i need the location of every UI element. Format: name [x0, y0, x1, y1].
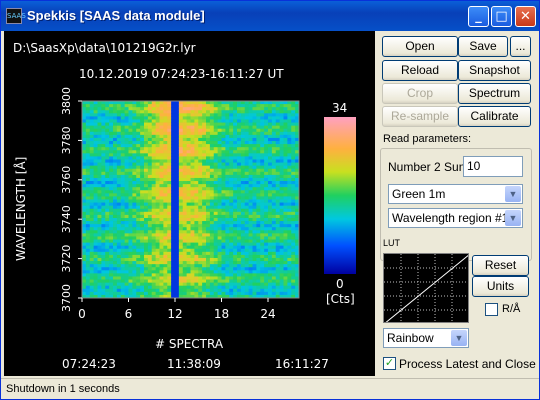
region-select-value: Wavelength region #1 — [392, 211, 509, 225]
lut-curve-graph — [384, 254, 468, 322]
lut-heading: LUT — [383, 238, 401, 248]
spectrum-button[interactable]: Spectrum — [458, 83, 531, 104]
x-tick-label-12: 12 — [167, 307, 182, 321]
x-axis-label: # SPECTRA — [155, 337, 224, 351]
read-parameters-heading: Read parameters: — [383, 133, 472, 145]
more-button[interactable]: ... — [510, 36, 531, 57]
chevron-down-icon: ▼ — [505, 186, 521, 202]
open-button[interactable]: Open — [382, 36, 458, 57]
number-sum-input[interactable]: 10 — [463, 156, 523, 177]
calibrate-button[interactable]: Calibrate — [458, 106, 531, 127]
y-tick-label-3800: 3800 — [60, 87, 73, 115]
status-bar: Shutdown in 1 seconds — [1, 378, 539, 399]
y-tick-label-3760: 3760 — [60, 166, 73, 194]
y-axis-label: WAVELENGTH [Å] — [14, 156, 28, 261]
read-parameters-group: Number 2 Sum 10 Green 1m ▼ Wavelength re… — [380, 148, 532, 261]
x-tick-label-0: 0 — [78, 307, 86, 321]
x-tick-label-18: 18 — [214, 307, 229, 321]
spectrogram-chart[interactable]: 3700 3720 3740 3760 3780 3800 0 6 12 18 24 — [4, 31, 375, 376]
y-tick-label-3780: 3780 — [60, 126, 73, 154]
x-tick-label-24: 24 — [260, 307, 275, 321]
y-tick-label-3720: 3720 — [60, 245, 73, 273]
time-tick-mid: 11:38:09 — [167, 357, 221, 371]
colormap-select[interactable]: Rainbow ▼ — [383, 328, 469, 348]
save-button[interactable]: Save — [458, 36, 508, 57]
number-sum-label: Number 2 Sum — [388, 160, 469, 174]
spectrogram-panel: D:\SaasXp\data\101219G2r.lyr 10.12.2019 … — [4, 31, 375, 376]
title-bar[interactable]: SAAS Spekkis [SAAS data module] _ □ ✕ — [1, 1, 539, 31]
status-text: Shutdown in 1 seconds — [6, 383, 120, 395]
y-axis-ticks: 3700 3720 3740 3760 3780 3800 — [60, 87, 82, 312]
app-icon: SAAS — [6, 8, 26, 24]
maximize-button[interactable]: □ — [491, 6, 512, 27]
y-tick-label-3740: 3740 — [60, 205, 73, 233]
chevron-down-icon: ▼ — [505, 210, 521, 226]
process-latest-checkbox[interactable]: ✓ — [383, 357, 396, 370]
close-button[interactable]: ✕ — [515, 6, 536, 27]
source-select-value: Green 1m — [392, 187, 446, 201]
ra-label: R/Å — [502, 303, 521, 315]
reset-button[interactable]: Reset — [472, 255, 529, 276]
heatmap-cells — [82, 101, 300, 299]
snapshot-button[interactable]: Snapshot — [458, 60, 531, 81]
units-button[interactable]: Units — [472, 276, 529, 297]
main-window: SAAS Spekkis [SAAS data module] _ □ ✕ D:… — [0, 0, 540, 400]
time-tick-start: 07:24:23 — [62, 357, 116, 371]
window-title: Spekkis [SAAS data module] — [27, 8, 205, 23]
time-tick-end: 16:11:27 — [275, 357, 329, 371]
minimize-button[interactable]: _ — [468, 6, 489, 27]
y-tick-label-3700: 3700 — [60, 284, 73, 312]
process-latest-label: Process Latest and Close — [399, 357, 536, 371]
resample-button[interactable]: Re-sample — [382, 106, 458, 127]
x-axis-ticks: 0 6 12 18 24 — [78, 298, 276, 321]
crop-button[interactable]: Crop — [382, 83, 458, 104]
colorbar-min: 0 — [336, 277, 344, 291]
colormap-select-value: Rainbow — [387, 331, 434, 345]
control-panel: Open Save ... Reload Snapshot Crop Spect… — [377, 31, 537, 378]
colorbar-max: 34 — [332, 101, 348, 115]
x-tick-label-6: 6 — [125, 307, 133, 321]
lut-curve[interactable] — [383, 253, 469, 323]
ra-checkbox[interactable] — [485, 303, 498, 316]
source-select[interactable]: Green 1m ▼ — [388, 184, 523, 204]
colorbar — [324, 117, 356, 274]
chevron-down-icon: ▼ — [451, 330, 467, 346]
region-select[interactable]: Wavelength region #1 ▼ — [388, 208, 523, 228]
reload-button[interactable]: Reload — [382, 60, 458, 81]
colorbar-unit: [Cts] — [326, 292, 355, 306]
